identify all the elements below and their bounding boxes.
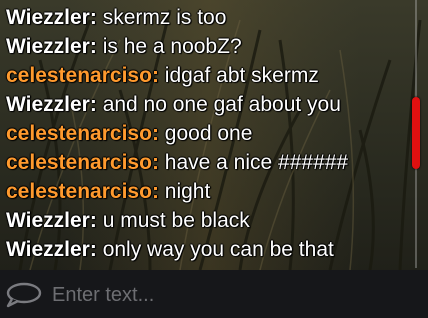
chat-log: Wiezzler: skermz is too Wiezzler: is he a… [6,3,406,264]
chat-message-text: good one [164,122,253,145]
speech-bubble-icon [6,282,42,308]
chat-author[interactable]: Wiezzler [6,93,90,116]
chat-message: Wiezzler: is he a noobZ? [6,32,406,61]
author-separator: : [151,180,159,203]
chat-message: Wiezzler: only way you can be that [6,235,406,264]
chat-message: celestenarciso: night [6,177,406,206]
chat-author[interactable]: celestenarciso [6,122,152,145]
chat-message: celestenarciso: have a nice ###### [6,148,406,177]
chat-window: Wiezzler: skermz is too Wiezzler: is he a… [0,0,428,318]
chat-author[interactable]: Wiezzler [6,209,90,232]
author-separator: : [151,122,159,145]
chat-message-text: skermz is too [102,6,227,29]
chat-message-text: only way you can be that [102,238,334,261]
chat-message: Wiezzler: skermz is too [6,3,406,32]
chat-author[interactable]: Wiezzler [6,35,90,58]
chat-scrollbar[interactable] [412,0,420,268]
chat-author[interactable]: celestenarciso [6,64,152,87]
chat-message-text: night [164,180,211,203]
chat-message-text: u must be black [102,209,250,232]
chat-message-text: and no one gaf about you [102,93,341,116]
scrollbar-thumb[interactable] [412,97,420,169]
chat-text-input[interactable] [52,280,412,310]
author-separator: : [89,93,97,116]
chat-author[interactable]: Wiezzler [6,238,90,261]
author-separator: : [89,238,97,261]
author-separator: : [151,64,159,87]
chat-message: Wiezzler: u must be black [6,206,406,235]
author-separator: : [89,6,97,29]
author-separator: : [89,35,97,58]
author-separator: : [89,209,97,232]
chat-author[interactable]: celestenarciso [6,180,152,203]
chat-input-bar [0,270,428,318]
chat-message-text: idgaf abt skermz [164,64,319,87]
author-separator: : [151,151,159,174]
chat-message: celestenarciso: good one [6,119,406,148]
chat-author[interactable]: Wiezzler [6,6,90,29]
chat-message: Wiezzler: and no one gaf about you [6,90,406,119]
chat-message: celestenarciso: idgaf abt skermz [6,61,406,90]
chat-message-text: have a nice ###### [164,151,349,174]
chat-message-text: is he a noobZ? [102,35,242,58]
chat-author[interactable]: celestenarciso [6,151,152,174]
